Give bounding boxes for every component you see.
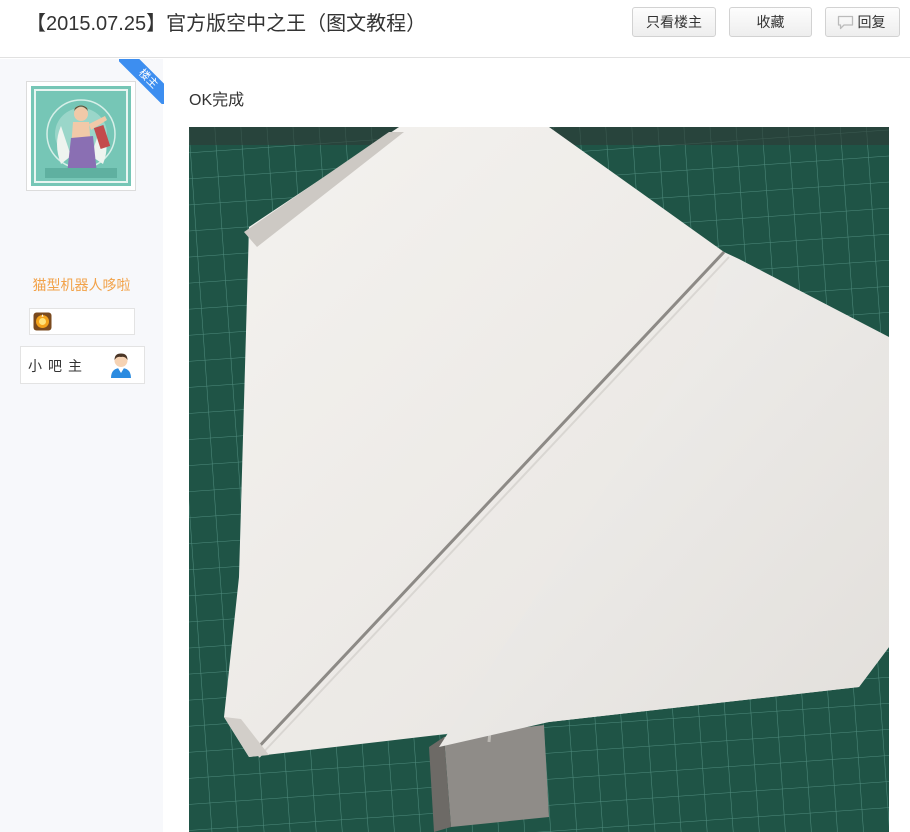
thread-title: 【2015.07.25】官方版空中之王（图文教程） <box>26 13 427 35</box>
author-username[interactable]: 猫型机器人哆啦 <box>0 275 163 295</box>
user-avatar-icon <box>111 353 131 378</box>
speech-bubble-icon <box>837 15 854 30</box>
author-sidebar: 猫型机器人哆啦 小吧主 <box>0 59 163 832</box>
paper-airplane-photo <box>189 127 889 832</box>
owner-ribbon: 楼主 <box>119 59 164 104</box>
owner-tag: 楼主 <box>119 59 164 104</box>
thread-header: 【2015.07.25】官方版空中之王（图文教程） 只看楼主 收藏 回复 <box>0 0 910 58</box>
level-badge[interactable] <box>29 308 135 335</box>
favorite-button[interactable]: 收藏 <box>729 7 812 37</box>
post-text: OK完成 <box>189 92 245 109</box>
level-badge-icon <box>33 312 52 331</box>
only-owner-button[interactable]: 只看楼主 <box>632 7 716 37</box>
post-photo[interactable] <box>189 127 889 832</box>
avatar-image <box>31 86 131 186</box>
reply-button[interactable]: 回复 <box>825 7 900 37</box>
role-badge: 小吧主 <box>20 346 145 384</box>
reply-button-label: 回复 <box>857 14 886 30</box>
role-label: 小吧主 <box>28 358 88 374</box>
